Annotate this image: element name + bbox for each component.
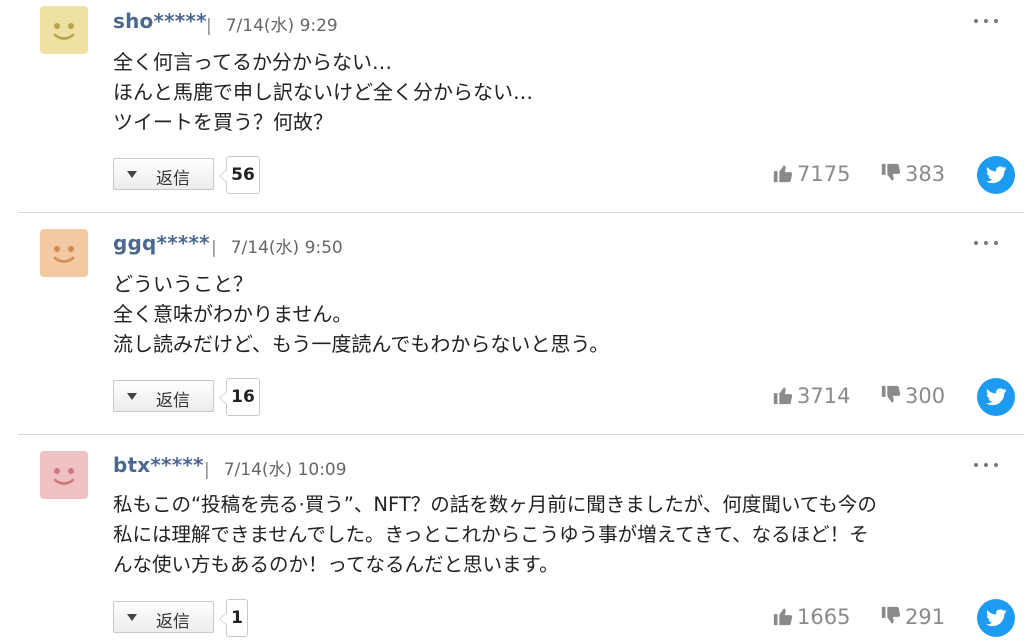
username[interactable]: sho***** — [113, 9, 207, 33]
twitter-bird-icon — [986, 166, 1007, 184]
comment-body: 私もこの“投稿を売る·買う”、NFT？の話を数ヶ月前に聞きましたが、何度聞いても… — [113, 490, 1013, 580]
thumbs-up-icon — [773, 608, 793, 626]
comment-line: 全く何言ってるか分からない… — [113, 50, 392, 74]
twitter-share-button[interactable] — [977, 599, 1015, 637]
meta-separator: | — [211, 238, 217, 258]
comment-date: 7/14(水) 9:29 — [225, 16, 338, 36]
reply-count: 16 — [219, 378, 260, 416]
comment-body: どういうこと？ 全く意味がわかりません。 流し読みだけど、もう一度読んでもわから… — [113, 269, 1013, 359]
dislike-count: 291 — [905, 605, 946, 629]
reply-label: 返信 — [156, 612, 190, 632]
twitter-share-button[interactable] — [977, 156, 1015, 194]
like-count: 1665 — [797, 605, 851, 629]
comment-meta: | 7/14(水) 9:29 — [206, 11, 338, 36]
avatar[interactable] — [40, 6, 88, 54]
thumbs-down-icon — [881, 385, 901, 403]
twitter-share-button[interactable] — [977, 378, 1015, 416]
comment-line: んな使い方もあるのか！ってなるんだと思います。 — [113, 553, 559, 576]
comment-meta: | 7/14(水) 9:50 — [211, 233, 343, 258]
reply-count: 1 — [219, 599, 248, 637]
reply-label: 返信 — [156, 391, 190, 411]
dislike-button[interactable]: 383 — [880, 162, 945, 186]
comment-date: 7/14(水) 10:09 — [223, 460, 347, 480]
caret-down-icon — [127, 393, 137, 400]
dislike-count: 383 — [905, 162, 946, 186]
more-options-icon[interactable] — [972, 455, 1000, 475]
comment-date: 7/14(水) 9:50 — [230, 238, 343, 258]
meta-separator: | — [204, 460, 210, 480]
username[interactable]: ggq***** — [113, 231, 210, 255]
like-button[interactable]: 7175 — [772, 162, 850, 186]
avatar[interactable] — [40, 229, 88, 277]
dislike-button[interactable]: 291 — [880, 605, 945, 629]
like-count: 7175 — [797, 162, 851, 186]
thumbs-up-icon — [773, 387, 793, 405]
username[interactable]: btx***** — [113, 453, 204, 477]
meta-separator: | — [206, 16, 212, 36]
reply-count: 56 — [219, 156, 260, 194]
reply-label: 返信 — [156, 169, 190, 189]
reply-button[interactable]: 返信 — [113, 380, 214, 412]
dislike-button[interactable]: 300 — [880, 384, 945, 408]
dislike-count: 300 — [905, 384, 946, 408]
smiley-face-icon — [53, 23, 75, 40]
like-count: 3714 — [797, 384, 851, 408]
thumbs-down-icon — [881, 163, 901, 181]
twitter-bird-icon — [986, 388, 1007, 406]
comment-line: 流し読みだけど、もう一度読んでもわからないと思う。 — [113, 332, 610, 356]
more-options-icon[interactable] — [972, 11, 1000, 31]
more-options-icon[interactable] — [972, 233, 1000, 253]
comment-line: 私もこの“投稿を売る·買う”、NFT？の話を数ヶ月前に聞きましたが、何度聞いても… — [113, 493, 877, 516]
comment-item: sho***** | 7/14(水) 9:29 全く何言ってるか分からない… ほん… — [0, 0, 1024, 212]
caret-down-icon — [127, 614, 137, 621]
comment-item: btx***** | 7/14(水) 10:09 私もこの“投稿を売る·買う”、N… — [0, 435, 1024, 641]
smiley-face-icon — [53, 246, 75, 263]
comment-line: 全く意味がわかりません。 — [113, 302, 353, 326]
comment-line: ほんと馬鹿で申し訳ないけど全く分からない… — [113, 80, 533, 104]
comment-item: ggq***** | 7/14(水) 9:50 どういうこと？ 全く意味がわかりま… — [0, 213, 1024, 434]
caret-down-icon — [127, 171, 137, 178]
like-button[interactable]: 1665 — [772, 605, 850, 629]
comment-line: 私には理解できませんでした。きっとこれからこうゆう事が増えてきて、なるほど！そ — [113, 523, 869, 546]
comment-meta: | 7/14(水) 10:09 — [204, 455, 347, 480]
reply-button[interactable]: 返信 — [113, 601, 214, 633]
comment-line: どういうこと？ — [113, 272, 253, 296]
avatar[interactable] — [40, 451, 88, 499]
comment-body: 全く何言ってるか分からない… ほんと馬鹿で申し訳ないけど全く分からない… ツイー… — [113, 47, 1013, 137]
smiley-face-icon — [53, 468, 75, 485]
comment-line: ツイートを買う？何故？ — [113, 110, 333, 134]
like-button[interactable]: 3714 — [772, 384, 850, 408]
twitter-bird-icon — [986, 609, 1007, 627]
reply-button[interactable]: 返信 — [113, 158, 214, 190]
thumbs-down-icon — [881, 606, 901, 624]
thumbs-up-icon — [773, 165, 793, 183]
